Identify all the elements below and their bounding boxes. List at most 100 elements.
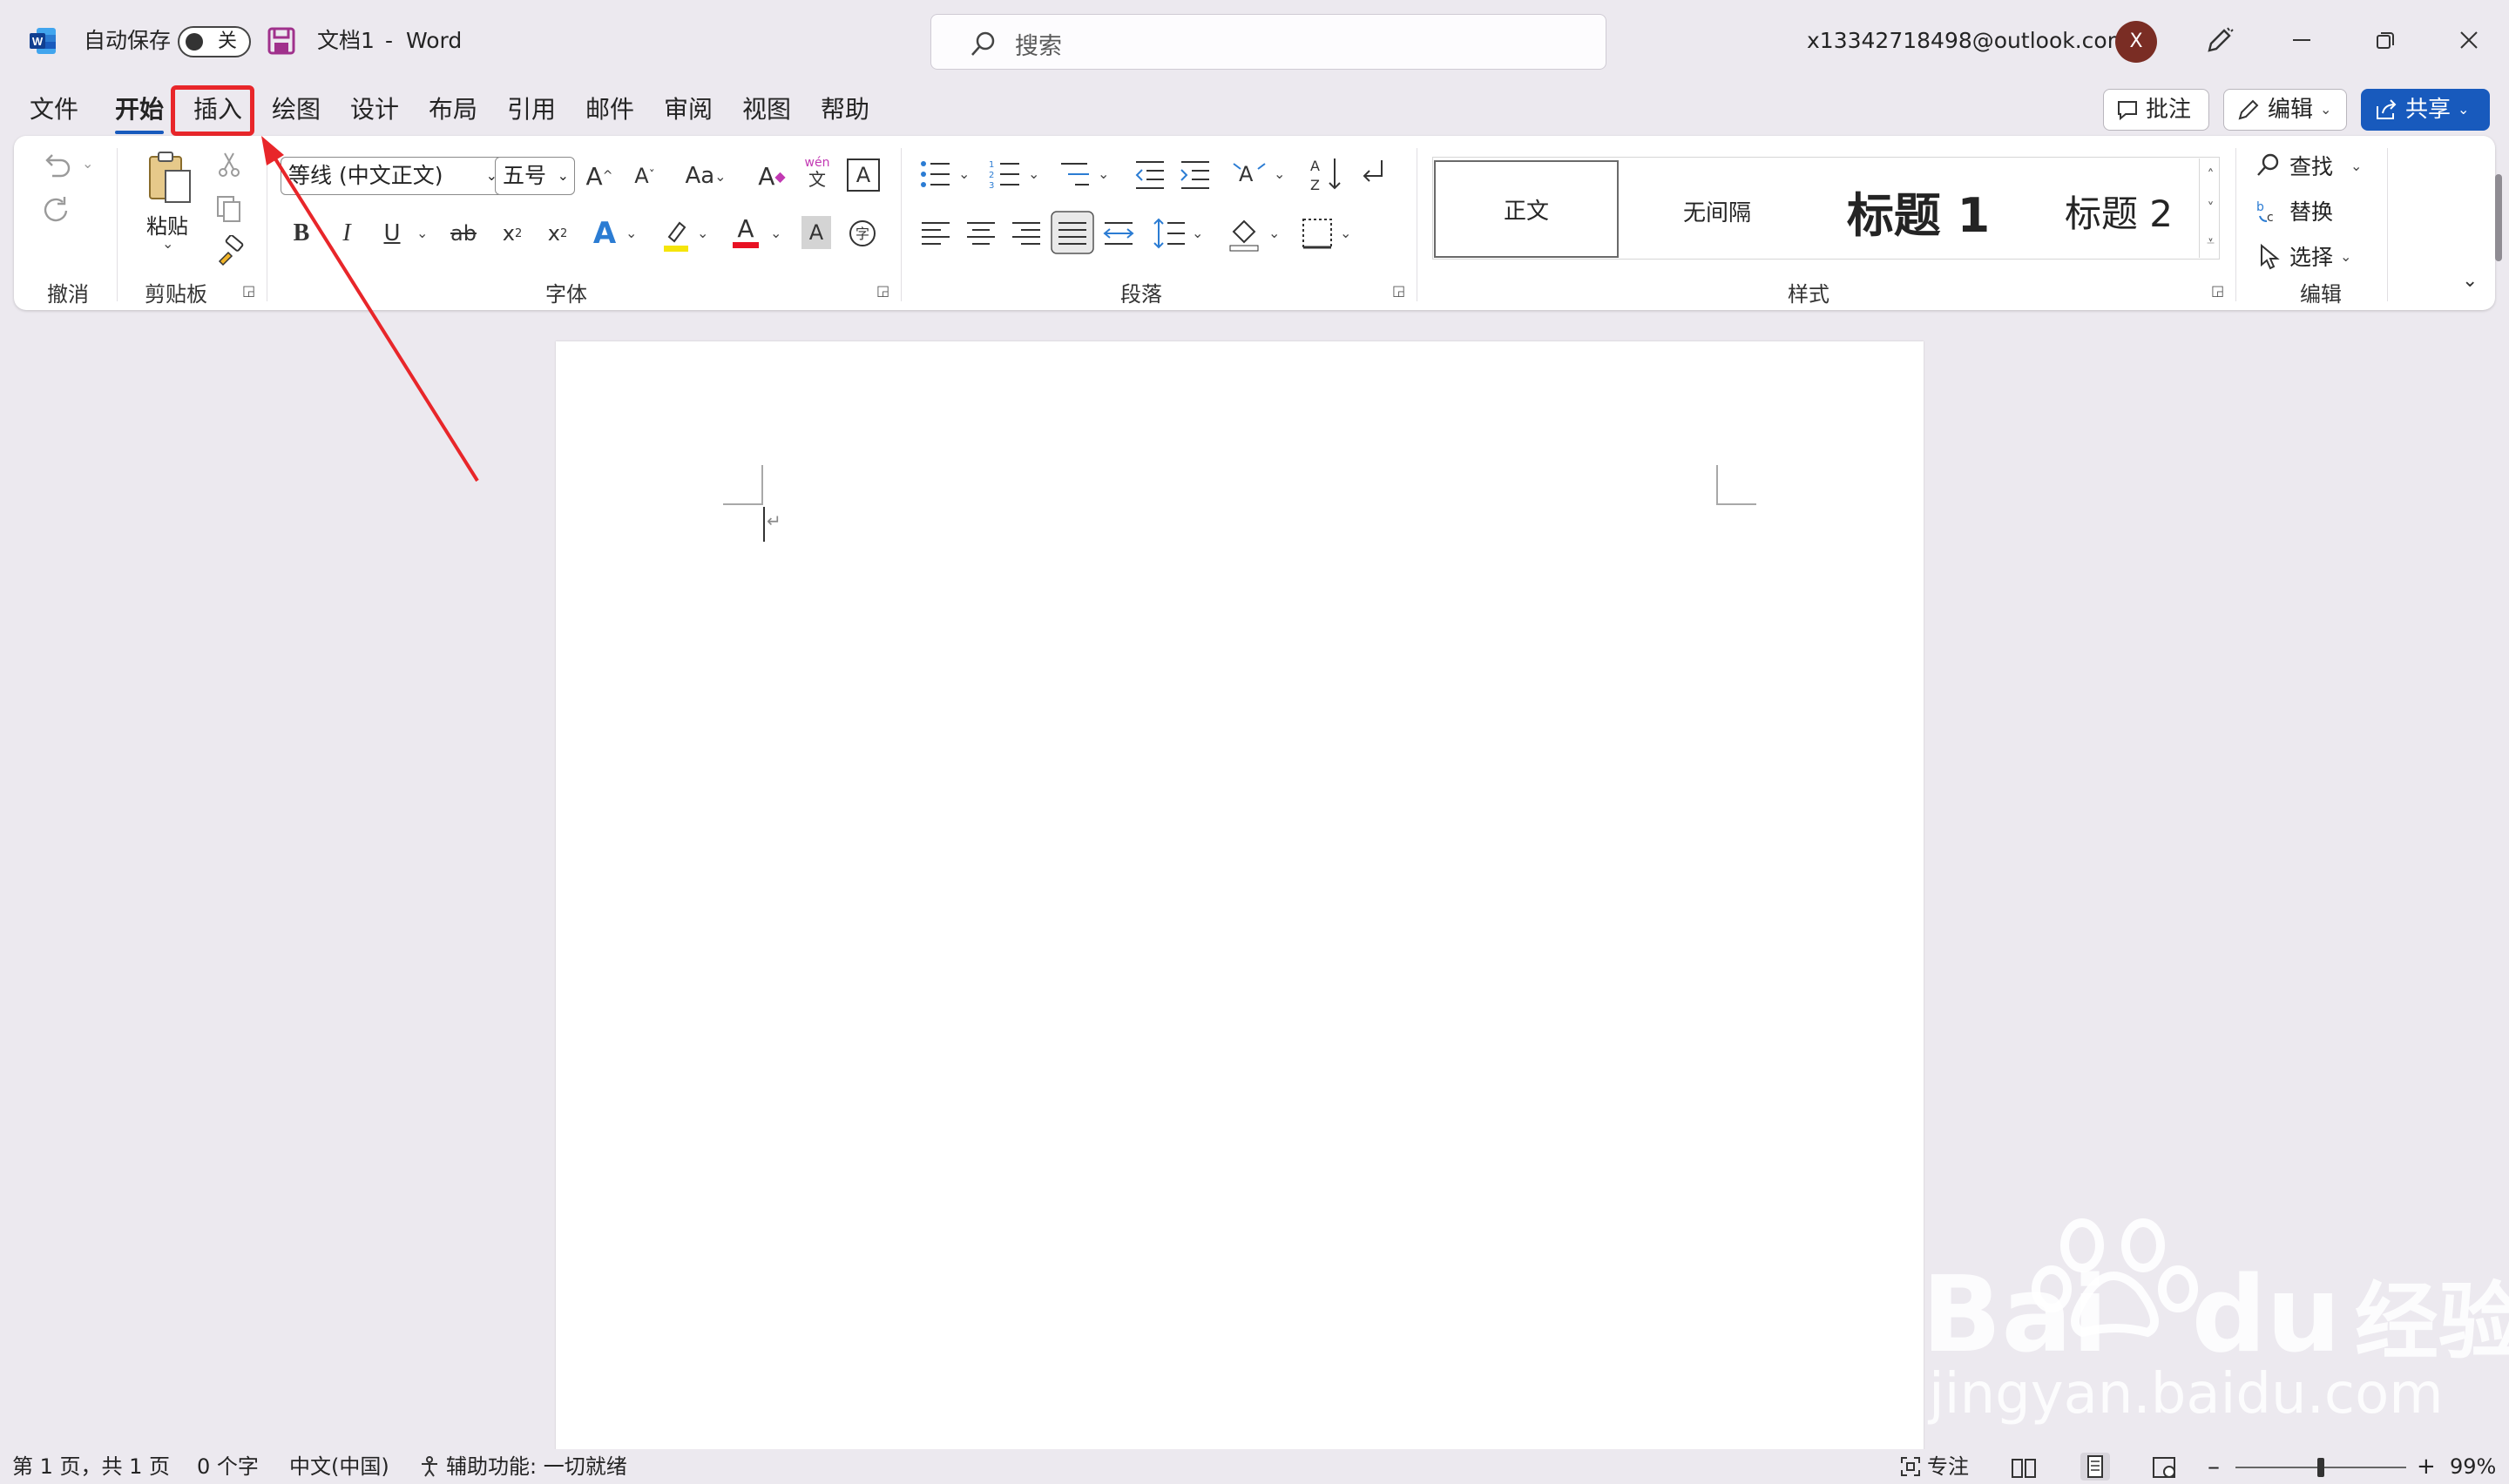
font-color-icon[interactable]: A — [728, 212, 763, 251]
tab-references[interactable]: 引用 — [507, 91, 556, 129]
tab-help[interactable]: 帮助 — [821, 91, 869, 129]
print-layout-icon[interactable] — [2080, 1453, 2110, 1481]
clear-formatting-icon[interactable]: A ◆ — [754, 157, 789, 195]
decrease-indent-icon[interactable] — [1133, 157, 1167, 192]
grow-font-icon[interactable]: A ^ — [582, 157, 617, 195]
zoom-in-button[interactable]: + — [2417, 1453, 2436, 1481]
sort-icon[interactable]: AZ — [1309, 155, 1343, 193]
redo-icon[interactable] — [38, 193, 73, 228]
borders-dropdown-icon[interactable]: ⌄ — [1340, 225, 1351, 241]
tab-file[interactable]: 文件 — [30, 91, 78, 129]
avatar[interactable]: X — [2115, 21, 2157, 63]
character-border-icon[interactable]: A — [847, 159, 880, 192]
zoom-slider-thumb[interactable] — [2317, 1458, 2324, 1477]
multilevel-list-icon[interactable] — [1058, 157, 1092, 192]
font-size-combo[interactable]: 五号 ⌄ — [495, 157, 575, 195]
paragraph-launcher-icon[interactable]: ◲ — [1392, 282, 1408, 299]
style-no-spacing[interactable]: 无间隔 — [1626, 160, 1809, 261]
justify-icon[interactable] — [1051, 211, 1094, 254]
borders-icon[interactable] — [1300, 216, 1335, 251]
close-button[interactable] — [2427, 0, 2509, 80]
bold-icon[interactable]: B — [284, 214, 319, 253]
change-case-button[interactable]: Aa ⌄ — [678, 157, 734, 195]
styles-scroll-down-icon[interactable]: ˅ — [2200, 192, 2222, 225]
align-center-icon[interactable] — [964, 216, 998, 251]
editing-mode-button[interactable]: 编辑 ⌄ — [2223, 89, 2347, 131]
read-mode-icon[interactable] — [2011, 1456, 2037, 1479]
styles-scroll[interactable]: ˄ ˅ ⩡ — [2199, 159, 2222, 258]
designer-pen-icon[interactable] — [2202, 24, 2235, 57]
tab-layout[interactable]: 布局 — [429, 91, 477, 129]
find-button[interactable]: 查找 ⌄ — [2255, 150, 2362, 181]
accessibility-checker[interactable]: 辅助功能: 一切就绪 — [418, 1453, 627, 1481]
document-page[interactable] — [556, 341, 1924, 1465]
tab-review[interactable]: 审阅 — [664, 91, 713, 129]
text-effects-icon[interactable]: A — [587, 214, 622, 253]
undo-dropdown-icon[interactable]: ⌄ — [82, 155, 93, 172]
show-paragraph-marks-icon[interactable] — [1356, 155, 1390, 193]
enclose-characters-icon[interactable]: 字 — [845, 214, 880, 253]
restore-button[interactable] — [2343, 0, 2427, 80]
paste-dropdown-icon[interactable]: ⌄ — [162, 235, 173, 252]
autosave-toggle[interactable]: 关 — [178, 26, 251, 57]
focus-mode-button[interactable]: 专注 — [1899, 1453, 1969, 1481]
styles-more-icon[interactable]: ⩡ — [2200, 225, 2222, 258]
bullets-dropdown-icon[interactable]: ⌄ — [958, 165, 970, 182]
page-count[interactable]: 第 1 页，共 1 页 — [12, 1453, 170, 1481]
shrink-font-icon[interactable]: Aˇ — [627, 157, 662, 195]
text-effects-dropdown-icon[interactable]: ⌄ — [626, 225, 637, 241]
shading-dropdown-icon[interactable]: ⌄ — [1268, 225, 1280, 241]
zoom-out-button[interactable]: – — [2208, 1453, 2220, 1481]
distributed-icon[interactable] — [1101, 216, 1136, 251]
numbering-icon[interactable]: 123 — [988, 157, 1023, 192]
styles-scroll-up-icon[interactable]: ˄ — [2200, 159, 2222, 192]
asian-layout-icon[interactable]: A — [1232, 157, 1267, 192]
paste-icon[interactable] — [145, 150, 193, 206]
copy-icon[interactable] — [214, 193, 244, 223]
clipboard-launcher-icon[interactable]: ◲ — [242, 282, 258, 299]
format-painter-icon[interactable] — [214, 235, 246, 266]
cut-icon[interactable] — [214, 150, 244, 179]
numbering-dropdown-icon[interactable]: ⌄ — [1028, 165, 1039, 182]
tab-design[interactable]: 设计 — [350, 91, 399, 129]
underline-dropdown-icon[interactable]: ⌄ — [416, 225, 428, 241]
character-shading-icon[interactable]: A — [801, 216, 831, 249]
increase-indent-icon[interactable] — [1178, 157, 1213, 192]
word-count[interactable]: 0 个字 — [197, 1453, 259, 1481]
web-layout-icon[interactable] — [2152, 1456, 2178, 1479]
search-input[interactable]: 搜索 — [930, 14, 1606, 70]
asian-layout-dropdown-icon[interactable]: ⌄ — [1274, 165, 1285, 182]
comments-button[interactable]: 批注 — [2103, 89, 2209, 131]
language-indicator[interactable]: 中文(中国) — [289, 1453, 389, 1481]
line-spacing-dropdown-icon[interactable]: ⌄ — [1192, 225, 1203, 241]
multilevel-dropdown-icon[interactable]: ⌄ — [1098, 165, 1109, 182]
strikethrough-icon[interactable]: ab — [444, 214, 483, 253]
font-launcher-icon[interactable]: ◲ — [876, 282, 892, 299]
superscript-icon[interactable]: x2 — [540, 214, 575, 253]
highlight-icon[interactable] — [659, 216, 693, 254]
save-icon[interactable] — [267, 26, 296, 56]
font-color-dropdown-icon[interactable]: ⌄ — [770, 225, 781, 241]
style-heading-1[interactable]: 标题 1 — [1814, 160, 2023, 261]
line-spacing-icon[interactable] — [1152, 216, 1187, 251]
replace-button[interactable]: bc 替换 — [2255, 195, 2333, 226]
account-email[interactable]: x13342718498@outlook.com — [1807, 26, 2128, 56]
style-heading-2[interactable]: 标题 2 — [2023, 160, 2215, 261]
tab-mailings[interactable]: 邮件 — [585, 91, 634, 129]
minimize-button[interactable] — [2260, 0, 2343, 80]
tab-home[interactable]: 开始 — [115, 91, 165, 134]
select-button[interactable]: 选择 ⌄ — [2255, 240, 2351, 272]
highlight-dropdown-icon[interactable]: ⌄ — [697, 225, 708, 241]
underline-icon[interactable]: U — [375, 214, 409, 253]
align-left-icon[interactable] — [918, 216, 953, 251]
shading-icon[interactable] — [1227, 214, 1261, 253]
phonetic-guide-button[interactable]: wén 文 — [800, 150, 835, 195]
italic-icon[interactable]: I — [329, 214, 364, 253]
tab-draw[interactable]: 绘图 — [272, 91, 321, 129]
style-normal[interactable]: 正文 — [1434, 160, 1619, 258]
align-right-icon[interactable] — [1009, 216, 1044, 251]
collapse-ribbon-icon[interactable]: ⌄ — [2462, 270, 2478, 292]
undo-icon[interactable] — [38, 150, 73, 185]
font-name-combo[interactable]: 等线 (中文正文) ⌄ — [281, 157, 504, 195]
vertical-scrollbar[interactable] — [2495, 174, 2502, 261]
